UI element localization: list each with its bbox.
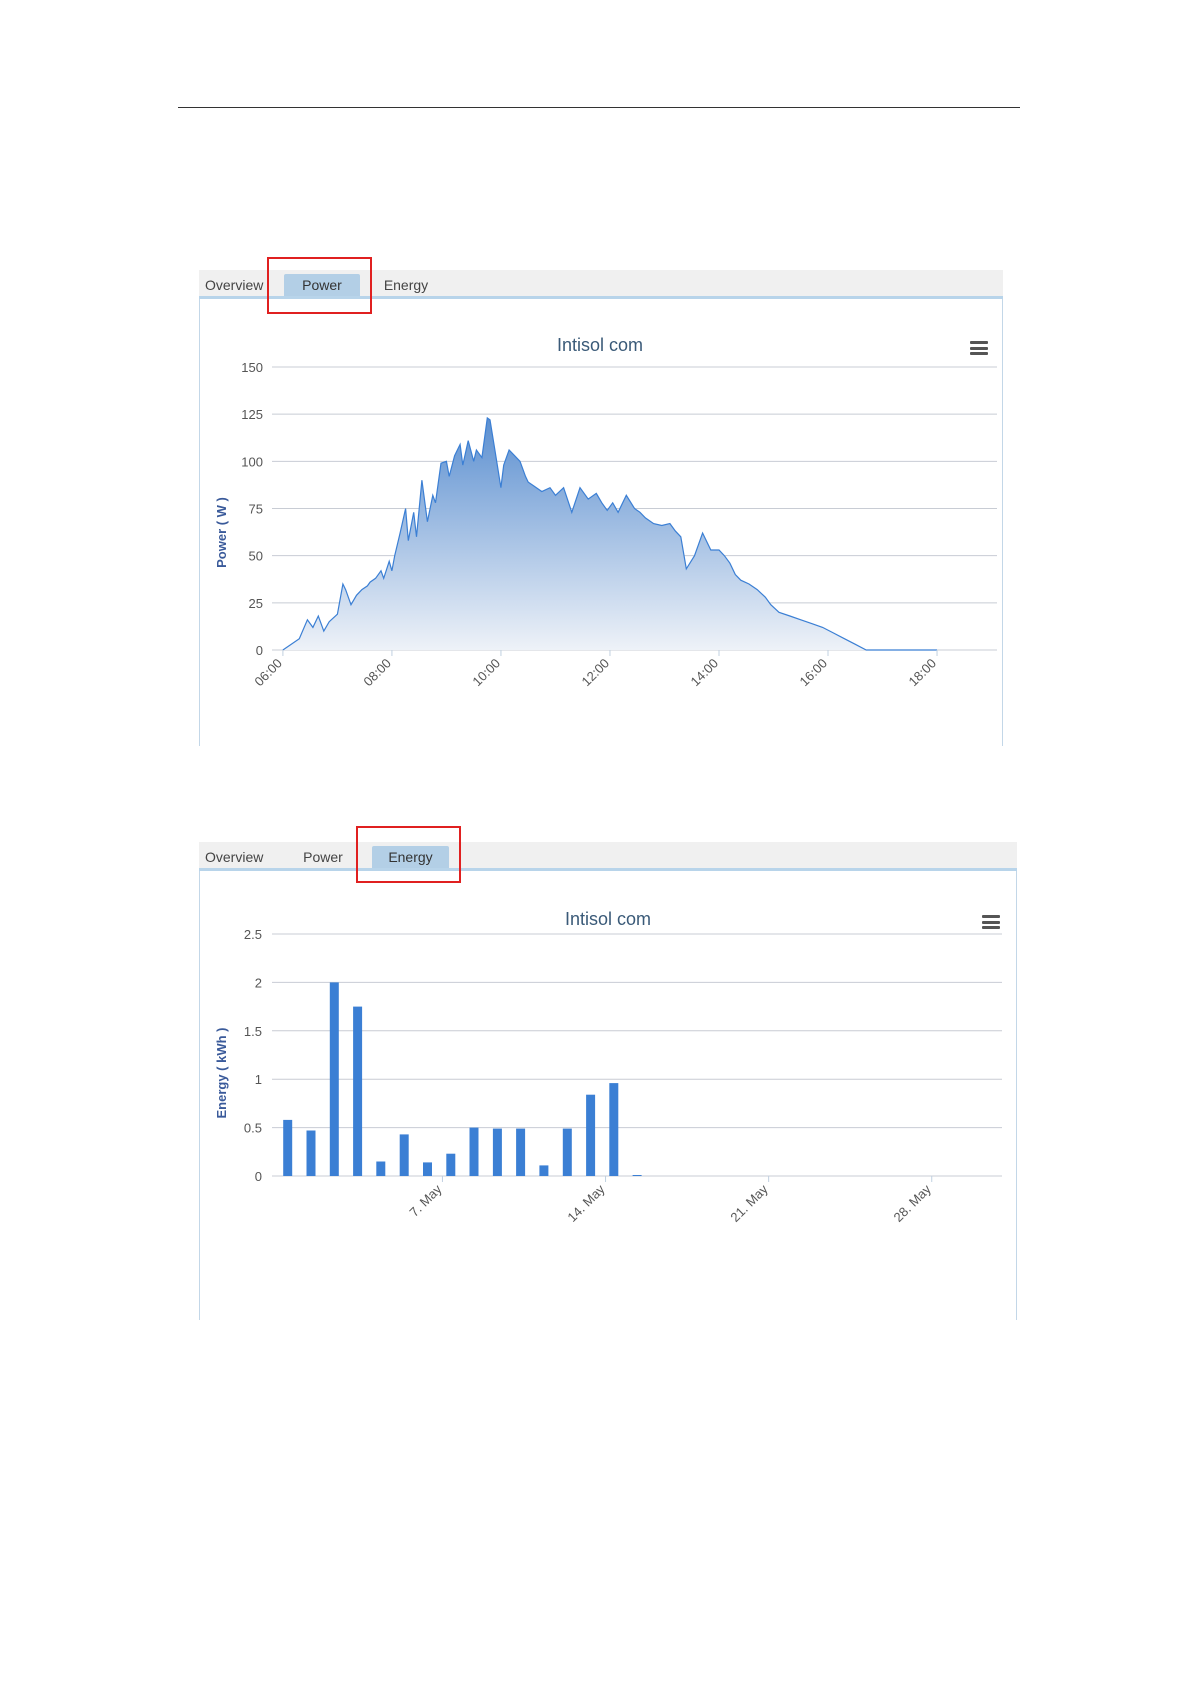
power-y-tick-label: 150 <box>241 360 263 375</box>
power-y-tick-label: 100 <box>241 454 263 469</box>
energy-bar <box>516 1128 526 1176</box>
energy-x-tick-label: 28. May <box>891 1181 935 1225</box>
energy-x-tick-label: 7. May <box>406 1181 445 1220</box>
energy-y-tick-label: 2.5 <box>244 927 262 942</box>
power-x-tick-label: 18:00 <box>906 656 940 690</box>
page-top-rule <box>178 107 1020 108</box>
power-x-tick-label: 10:00 <box>469 656 503 690</box>
power-y-tick-label: 125 <box>241 407 263 422</box>
power-y-tick-label: 50 <box>249 549 263 564</box>
energy-bar <box>306 1130 316 1176</box>
energy-tab-bar: Overview Power Energy <box>199 842 1017 871</box>
energy-bar <box>586 1094 596 1176</box>
power-y-tick-label: 0 <box>256 643 263 658</box>
power-chart: 0 25 50 75 100 125 150 06:00 08:00 10:00 12:00 14:0… <box>214 360 997 690</box>
energy-bar <box>632 1175 642 1176</box>
energy-bar <box>353 1006 363 1176</box>
tab-overview[interactable]: Overview <box>205 274 263 296</box>
energy-bar <box>329 982 339 1176</box>
energy-bar <box>446 1153 456 1176</box>
energy-y-tick-label: 0 <box>255 1169 262 1184</box>
energy-x-tick-label: 14. May <box>564 1181 608 1225</box>
tab-energy[interactable]: Energy <box>380 274 432 296</box>
power-area-fill <box>282 417 938 650</box>
tab-power[interactable]: Power <box>301 846 345 868</box>
energy-chart: 0 0.5 1 1.5 2 2.5 7. May 14. May 21. May 28. May E… <box>214 927 1002 1225</box>
power-chart-frame: Intisol com 0 25 50 75 100 125 150 06:00 08:00 10… <box>199 299 1003 746</box>
energy-y-tick-label: 0.5 <box>244 1121 262 1136</box>
energy-y-tick-label: 2 <box>255 975 262 990</box>
energy-bar <box>562 1128 572 1176</box>
energy-bar <box>423 1162 432 1176</box>
energy-y-tick-label: 1 <box>255 1072 262 1087</box>
energy-bar <box>376 1161 386 1176</box>
energy-bar <box>399 1134 409 1176</box>
power-y-axis-title: Power ( W ) <box>214 497 229 568</box>
power-x-tick-label: 06:00 <box>251 656 285 690</box>
energy-bar <box>469 1127 479 1176</box>
power-y-tick-label: 75 <box>249 502 263 517</box>
energy-bar <box>539 1165 549 1176</box>
energy-chart-frame: Intisol com 0 0.5 1 1.5 2 2.5 7. May 14. May 21.… <box>199 871 1017 1320</box>
power-y-tick-label: 25 <box>249 596 263 611</box>
energy-bar <box>283 1119 293 1176</box>
energy-y-tick-label: 1.5 <box>244 1024 262 1039</box>
power-x-tick-label: 12:00 <box>578 656 612 690</box>
energy-bar <box>609 1083 619 1176</box>
energy-x-tick-label: 21. May <box>727 1181 771 1225</box>
power-x-tick-label: 14:00 <box>687 656 721 690</box>
energy-panel: Overview Power Energy Intisol com 0 0.5 1 1… <box>199 826 1017 1320</box>
energy-bar <box>492 1128 502 1176</box>
power-x-tick-label: 08:00 <box>360 656 394 690</box>
tab-overview[interactable]: Overview <box>205 846 263 868</box>
power-x-tick-label: 16:00 <box>797 656 831 690</box>
energy-y-axis-title: Energy ( kWh ) <box>214 1027 229 1118</box>
power-panel: Overview Power Energy Intisol com 0 25 50 7… <box>199 257 1003 746</box>
